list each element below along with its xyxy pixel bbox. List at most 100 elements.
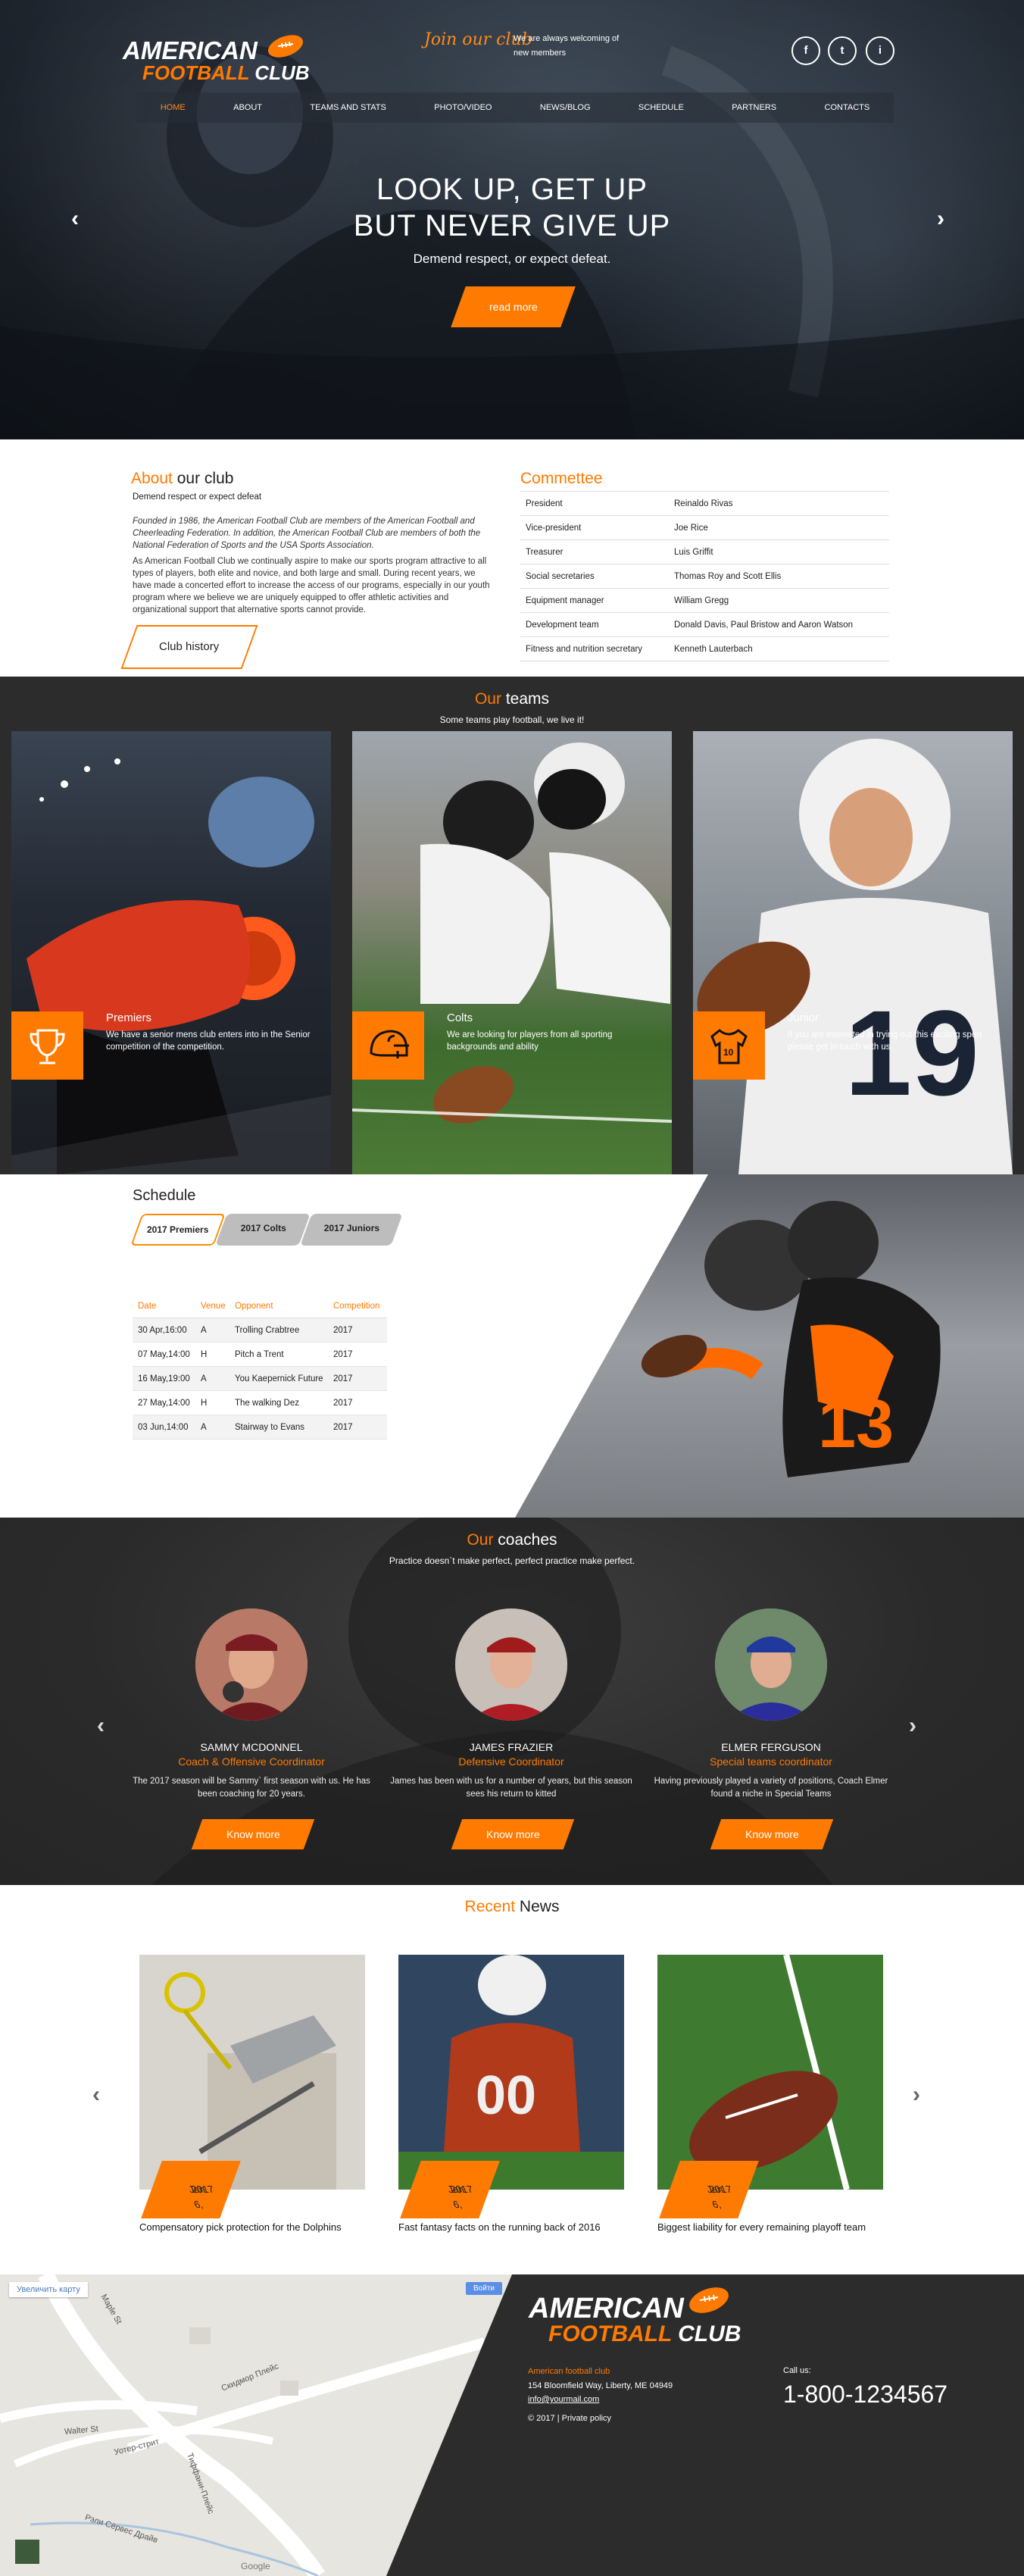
schedule-cell: A xyxy=(201,1326,207,1335)
news-caption-3[interactable]: Biggest liability for every remaining pl… xyxy=(657,2221,866,2233)
nav-partners[interactable]: PARTNERS xyxy=(732,103,776,112)
coach-photo-elmer xyxy=(715,1608,827,1721)
team-photo-colts xyxy=(352,742,672,1124)
read-more-button[interactable]: read more xyxy=(451,286,576,327)
committee-row: Equipment manager William Gregg xyxy=(520,589,889,613)
schedule-cell: 2017 xyxy=(333,1326,353,1335)
schedule-cell: 03 Jun,14:00 xyxy=(138,1423,189,1432)
hero-title-line2: BUT NEVER GIVE UP xyxy=(353,209,671,242)
news-caption-1[interactable]: Compensatory pick protection for the Dol… xyxy=(139,2221,342,2233)
schedule-cell: A xyxy=(201,1374,207,1383)
committee-member: Reinaldo Rivas xyxy=(674,499,733,508)
schedule-cell: 30 Apr,16:00 xyxy=(138,1326,187,1335)
football-logo-icon xyxy=(268,35,303,58)
nav-photo-video[interactable]: PHOTO/VIDEO xyxy=(434,103,492,112)
committee-role: President xyxy=(526,499,563,508)
coach-know-more-button-sammy[interactable]: Know more xyxy=(191,1819,315,1849)
team-card-junior[interactable]: 19 10 Junior If you are interested in tr… xyxy=(693,731,1013,1174)
team-desc-premiers: We have a senior mens club enters into i… xyxy=(106,1030,311,1052)
coach-role-elmer: Special teams coordinator xyxy=(710,1755,832,1768)
schedule-row: 16 May,19:00 A You Kaepernick Future 2017 xyxy=(133,1367,387,1391)
tab-2017-colts[interactable]: 2017 Colts xyxy=(215,1214,311,1246)
committee-role: Social secretaries xyxy=(526,572,595,581)
schedule-cell: Pitch a Trent xyxy=(235,1350,284,1359)
news-title: Recent News xyxy=(464,1898,560,1915)
hero-slider: AMERICAN FOOTBALL CLUB Join our club We … xyxy=(0,0,1024,439)
schedule-cell: 27 May,14:00 xyxy=(138,1399,190,1408)
schedule-cell: Stairway to Evans xyxy=(235,1423,305,1432)
team-card-premiers[interactable]: Premiers We have a senior mens club ente… xyxy=(11,731,331,1174)
helmet-icon-box xyxy=(352,1011,424,1080)
committee-row: Social secretaries Thomas Roy and Scott E… xyxy=(520,564,889,589)
coach-role-james: Defensive Coordinator xyxy=(458,1755,564,1768)
news-caption-2[interactable]: Fast fantasy facts on the running back o… xyxy=(398,2221,601,2233)
footer-email-link[interactable]: info@yourmail.com xyxy=(528,2395,599,2404)
team-name-colts: Colts xyxy=(447,1011,473,1024)
facebook-icon[interactable]: f xyxy=(791,36,820,65)
schedule-row: 30 Apr,16:00 A Trolling Crabtree 2017 xyxy=(133,1318,387,1343)
coaches-next-arrow-icon[interactable]: › xyxy=(909,1713,916,1739)
schedule-title: Schedule xyxy=(133,1187,196,1204)
schedule-table-header: Date Venue Opponent Competition xyxy=(133,1294,387,1318)
committee-role: Treasurer xyxy=(526,548,564,557)
tab-2017-premiers[interactable]: 2017 Premiers xyxy=(130,1214,226,1246)
schedule-cell: The walking Dez xyxy=(235,1399,300,1408)
coach-know-more-button-james[interactable]: Know more xyxy=(451,1819,575,1849)
coaches-prev-arrow-icon[interactable]: ‹ xyxy=(97,1713,105,1739)
committee-role: Equipment manager xyxy=(526,596,604,605)
teams-section: Our teams Some teams play football, we l… xyxy=(0,677,1024,1174)
footer-address: 154 Bloomfield Way, Liberty, ME 04949 xyxy=(528,2381,673,2390)
teams-subtitle: Some teams play football, we live it! xyxy=(439,714,585,725)
svg-text:10: 10 xyxy=(723,1047,734,1058)
footer-football-logo-icon xyxy=(689,2287,729,2313)
welcome-text: We are always welcoming of new members xyxy=(514,34,620,58)
coach-desc-elmer: Having previously played a variety of po… xyxy=(654,1777,888,1799)
nav-schedule[interactable]: SCHEDULE xyxy=(638,103,684,112)
committee-row: Treasurer Luis Griffit xyxy=(520,540,889,564)
committee-title: Commettee xyxy=(520,470,603,487)
news-photo-3[interactable] xyxy=(657,1955,883,2190)
schedule-row: 27 May,14:00 H The walking Dez 2017 xyxy=(133,1391,387,1415)
news-prev-arrow-icon[interactable]: ‹ xyxy=(92,2082,100,2108)
team-name-junior: Junior xyxy=(788,1011,819,1024)
news-next-arrow-icon[interactable]: › xyxy=(913,2082,920,2108)
footer-phone[interactable]: 1-800-1234567 xyxy=(783,2381,948,2409)
instagram-icon[interactable]: i xyxy=(866,36,894,65)
committee-member: Donald Davis, Paul Bristow and Aaron Wat… xyxy=(674,621,854,630)
hero-title-line1: LOOK UP, GET UP xyxy=(376,173,648,206)
helmet-icon xyxy=(370,1030,409,1058)
tab-2017-juniors[interactable]: 2017 Juniors xyxy=(300,1214,403,1246)
nav-home[interactable]: HOME xyxy=(161,103,186,112)
hero-next-arrow-icon[interactable]: › xyxy=(937,206,944,232)
nav-news-blog[interactable]: NEWS/BLOG xyxy=(540,103,591,112)
committee-row: President Reinaldo Rivas xyxy=(520,492,889,516)
about-title: About our club xyxy=(131,470,234,487)
team-desc-colts: We are looking for players from all spor… xyxy=(447,1030,613,1052)
club-history-button[interactable]: Club history xyxy=(120,625,258,669)
news-photo-1[interactable] xyxy=(139,1955,365,2190)
coach-photo-sammy xyxy=(195,1608,308,1721)
nav-teams-and-stats[interactable]: TEAMS AND STATS xyxy=(310,103,386,112)
trophy-icon xyxy=(30,1029,65,1064)
coach-name-james: JAMES FRAZIER xyxy=(469,1741,554,1753)
schedule-cell: Trolling Crabtree xyxy=(235,1326,300,1335)
committee-member: Luis Griffit xyxy=(674,548,713,557)
footer-copyright[interactable]: © 2017 | Private policy xyxy=(528,2414,611,2423)
twitter-icon[interactable]: t xyxy=(828,36,857,65)
news-photo-2[interactable]: 00 xyxy=(398,1955,624,2190)
coach-desc-james: James has been with us for a number of y… xyxy=(390,1777,632,1799)
footer-dark-panel xyxy=(386,2274,1024,2576)
nav-contacts[interactable]: CONTACTS xyxy=(825,103,870,112)
committee-member: William Gregg xyxy=(674,596,729,605)
committee-row: Development team Donald Davis, Paul Brist… xyxy=(520,613,889,637)
coach-know-more-button-elmer[interactable]: Know more xyxy=(710,1819,834,1849)
jersey-icon: 10 xyxy=(710,1029,748,1064)
hero-prev-arrow-icon[interactable]: ‹ xyxy=(71,206,79,232)
committee-role: Development team xyxy=(526,621,599,630)
main-nav: HOME ABOUT TEAMS AND STATS PHOTO/VIDEO N… xyxy=(136,92,894,123)
team-card-colts[interactable]: Colts We are looking for players from al… xyxy=(352,731,672,1174)
trophy-icon-box xyxy=(11,1011,83,1080)
jersey-icon-box: 10 xyxy=(693,1011,765,1080)
nav-about[interactable]: ABOUT xyxy=(233,103,262,112)
svg-text:00: 00 xyxy=(476,2065,536,2126)
